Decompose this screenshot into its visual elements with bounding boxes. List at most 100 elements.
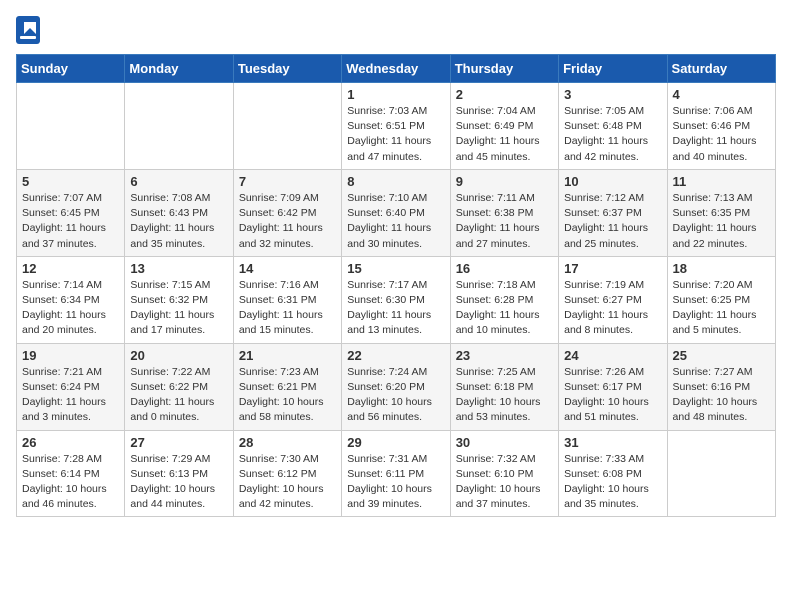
weekday-header-sunday: Sunday	[17, 55, 125, 83]
day-info: Sunrise: 7:15 AM Sunset: 6:32 PM Dayligh…	[130, 278, 227, 339]
day-info: Sunrise: 7:26 AM Sunset: 6:17 PM Dayligh…	[564, 365, 661, 426]
calendar-week-row: 26 Sunrise: 7:28 AM Sunset: 6:14 PM Dayli…	[17, 430, 776, 517]
day-info: Sunrise: 7:31 AM Sunset: 6:11 PM Dayligh…	[347, 452, 444, 513]
day-info: Sunrise: 7:17 AM Sunset: 6:30 PM Dayligh…	[347, 278, 444, 339]
calendar-cell: 9 Sunrise: 7:11 AM Sunset: 6:38 PM Daylig…	[450, 169, 558, 256]
day-info: Sunrise: 7:24 AM Sunset: 6:20 PM Dayligh…	[347, 365, 444, 426]
calendar-cell: 25 Sunrise: 7:27 AM Sunset: 6:16 PM Dayli…	[667, 343, 775, 430]
calendar-table: SundayMondayTuesdayWednesdayThursdayFrid…	[16, 54, 776, 517]
weekday-header-row: SundayMondayTuesdayWednesdayThursdayFrid…	[17, 55, 776, 83]
calendar-cell: 6 Sunrise: 7:08 AM Sunset: 6:43 PM Daylig…	[125, 169, 233, 256]
weekday-header-friday: Friday	[559, 55, 667, 83]
calendar-cell: 3 Sunrise: 7:05 AM Sunset: 6:48 PM Daylig…	[559, 83, 667, 170]
calendar-week-row: 5 Sunrise: 7:07 AM Sunset: 6:45 PM Daylig…	[17, 169, 776, 256]
day-info: Sunrise: 7:27 AM Sunset: 6:16 PM Dayligh…	[673, 365, 770, 426]
calendar-cell: 17 Sunrise: 7:19 AM Sunset: 6:27 PM Dayli…	[559, 256, 667, 343]
day-number: 23	[456, 348, 553, 363]
day-info: Sunrise: 7:11 AM Sunset: 6:38 PM Dayligh…	[456, 191, 553, 252]
day-number: 7	[239, 174, 336, 189]
day-number: 15	[347, 261, 444, 276]
day-info: Sunrise: 7:03 AM Sunset: 6:51 PM Dayligh…	[347, 104, 444, 165]
calendar-cell	[233, 83, 341, 170]
day-number: 24	[564, 348, 661, 363]
calendar-cell: 5 Sunrise: 7:07 AM Sunset: 6:45 PM Daylig…	[17, 169, 125, 256]
calendar-week-row: 12Sunrise: 7:14 AM Sunset: 6:34 PM Dayli…	[17, 256, 776, 343]
day-info: Sunrise: 7:19 AM Sunset: 6:27 PM Dayligh…	[564, 278, 661, 339]
calendar-cell: 27 Sunrise: 7:29 AM Sunset: 6:13 PM Dayli…	[125, 430, 233, 517]
day-number: 26	[22, 435, 119, 450]
day-number: 12	[22, 261, 119, 276]
day-info: Sunrise: 7:18 AM Sunset: 6:28 PM Dayligh…	[456, 278, 553, 339]
day-info: Sunrise: 7:06 AM Sunset: 6:46 PM Dayligh…	[673, 104, 770, 165]
day-info: Sunrise: 7:20 AM Sunset: 6:25 PM Dayligh…	[673, 278, 770, 339]
calendar-cell: 28Sunrise: 7:30 AM Sunset: 6:12 PM Dayli…	[233, 430, 341, 517]
calendar-cell: 7 Sunrise: 7:09 AM Sunset: 6:42 PM Daylig…	[233, 169, 341, 256]
day-number: 13	[130, 261, 227, 276]
day-info: Sunrise: 7:23 AM Sunset: 6:21 PM Dayligh…	[239, 365, 336, 426]
calendar-cell: 12Sunrise: 7:14 AM Sunset: 6:34 PM Dayli…	[17, 256, 125, 343]
day-number: 30	[456, 435, 553, 450]
day-info: Sunrise: 7:28 AM Sunset: 6:14 PM Dayligh…	[22, 452, 119, 513]
calendar-cell: 15 Sunrise: 7:17 AM Sunset: 6:30 PM Dayli…	[342, 256, 450, 343]
day-number: 20	[130, 348, 227, 363]
day-number: 3	[564, 87, 661, 102]
day-info: Sunrise: 7:12 AM Sunset: 6:37 PM Dayligh…	[564, 191, 661, 252]
day-number: 6	[130, 174, 227, 189]
calendar-cell	[667, 430, 775, 517]
calendar-cell: 18 Sunrise: 7:20 AM Sunset: 6:25 PM Dayli…	[667, 256, 775, 343]
day-info: Sunrise: 7:10 AM Sunset: 6:40 PM Dayligh…	[347, 191, 444, 252]
calendar-cell: 19 Sunrise: 7:21 AM Sunset: 6:24 PM Dayli…	[17, 343, 125, 430]
day-number: 27	[130, 435, 227, 450]
calendar-cell: 14 Sunrise: 7:16 AM Sunset: 6:31 PM Dayli…	[233, 256, 341, 343]
calendar-cell: 31 Sunrise: 7:33 AM Sunset: 6:08 PM Dayli…	[559, 430, 667, 517]
day-info: Sunrise: 7:16 AM Sunset: 6:31 PM Dayligh…	[239, 278, 336, 339]
day-info: Sunrise: 7:33 AM Sunset: 6:08 PM Dayligh…	[564, 452, 661, 513]
calendar-cell: 21 Sunrise: 7:23 AM Sunset: 6:21 PM Dayli…	[233, 343, 341, 430]
day-number: 19	[22, 348, 119, 363]
day-info: Sunrise: 7:08 AM Sunset: 6:43 PM Dayligh…	[130, 191, 227, 252]
day-info: Sunrise: 7:07 AM Sunset: 6:45 PM Dayligh…	[22, 191, 119, 252]
day-number: 22	[347, 348, 444, 363]
day-number: 5	[22, 174, 119, 189]
day-number: 29	[347, 435, 444, 450]
calendar-cell	[125, 83, 233, 170]
day-number: 4	[673, 87, 770, 102]
logo-icon	[16, 16, 40, 44]
calendar-cell: 2 Sunrise: 7:04 AM Sunset: 6:49 PM Daylig…	[450, 83, 558, 170]
day-number: 2	[456, 87, 553, 102]
calendar-cell: 1 Sunrise: 7:03 AM Sunset: 6:51 PM Daylig…	[342, 83, 450, 170]
calendar-cell: 26 Sunrise: 7:28 AM Sunset: 6:14 PM Dayli…	[17, 430, 125, 517]
calendar-cell: 8 Sunrise: 7:10 AM Sunset: 6:40 PM Daylig…	[342, 169, 450, 256]
calendar-cell: 16Sunrise: 7:18 AM Sunset: 6:28 PM Dayli…	[450, 256, 558, 343]
day-number: 18	[673, 261, 770, 276]
day-info: Sunrise: 7:21 AM Sunset: 6:24 PM Dayligh…	[22, 365, 119, 426]
day-number: 25	[673, 348, 770, 363]
day-number: 31	[564, 435, 661, 450]
day-number: 17	[564, 261, 661, 276]
page-header	[16, 16, 776, 44]
day-number: 28	[239, 435, 336, 450]
day-info: Sunrise: 7:25 AM Sunset: 6:18 PM Dayligh…	[456, 365, 553, 426]
day-number: 1	[347, 87, 444, 102]
logo	[16, 16, 44, 44]
weekday-header-thursday: Thursday	[450, 55, 558, 83]
weekday-header-wednesday: Wednesday	[342, 55, 450, 83]
weekday-header-saturday: Saturday	[667, 55, 775, 83]
day-info: Sunrise: 7:04 AM Sunset: 6:49 PM Dayligh…	[456, 104, 553, 165]
calendar-week-row: 1 Sunrise: 7:03 AM Sunset: 6:51 PM Daylig…	[17, 83, 776, 170]
day-number: 8	[347, 174, 444, 189]
calendar-cell: 29 Sunrise: 7:31 AM Sunset: 6:11 PM Dayli…	[342, 430, 450, 517]
day-info: Sunrise: 7:32 AM Sunset: 6:10 PM Dayligh…	[456, 452, 553, 513]
calendar-cell: 4 Sunrise: 7:06 AM Sunset: 6:46 PM Daylig…	[667, 83, 775, 170]
calendar-cell: 23 Sunrise: 7:25 AM Sunset: 6:18 PM Dayli…	[450, 343, 558, 430]
calendar-cell: 11Sunrise: 7:13 AM Sunset: 6:35 PM Dayli…	[667, 169, 775, 256]
calendar-cell: 24 Sunrise: 7:26 AM Sunset: 6:17 PM Dayli…	[559, 343, 667, 430]
day-number: 21	[239, 348, 336, 363]
calendar-cell	[17, 83, 125, 170]
day-info: Sunrise: 7:09 AM Sunset: 6:42 PM Dayligh…	[239, 191, 336, 252]
day-number: 14	[239, 261, 336, 276]
day-info: Sunrise: 7:29 AM Sunset: 6:13 PM Dayligh…	[130, 452, 227, 513]
day-number: 9	[456, 174, 553, 189]
day-info: Sunrise: 7:05 AM Sunset: 6:48 PM Dayligh…	[564, 104, 661, 165]
calendar-cell: 22 Sunrise: 7:24 AM Sunset: 6:20 PM Dayli…	[342, 343, 450, 430]
